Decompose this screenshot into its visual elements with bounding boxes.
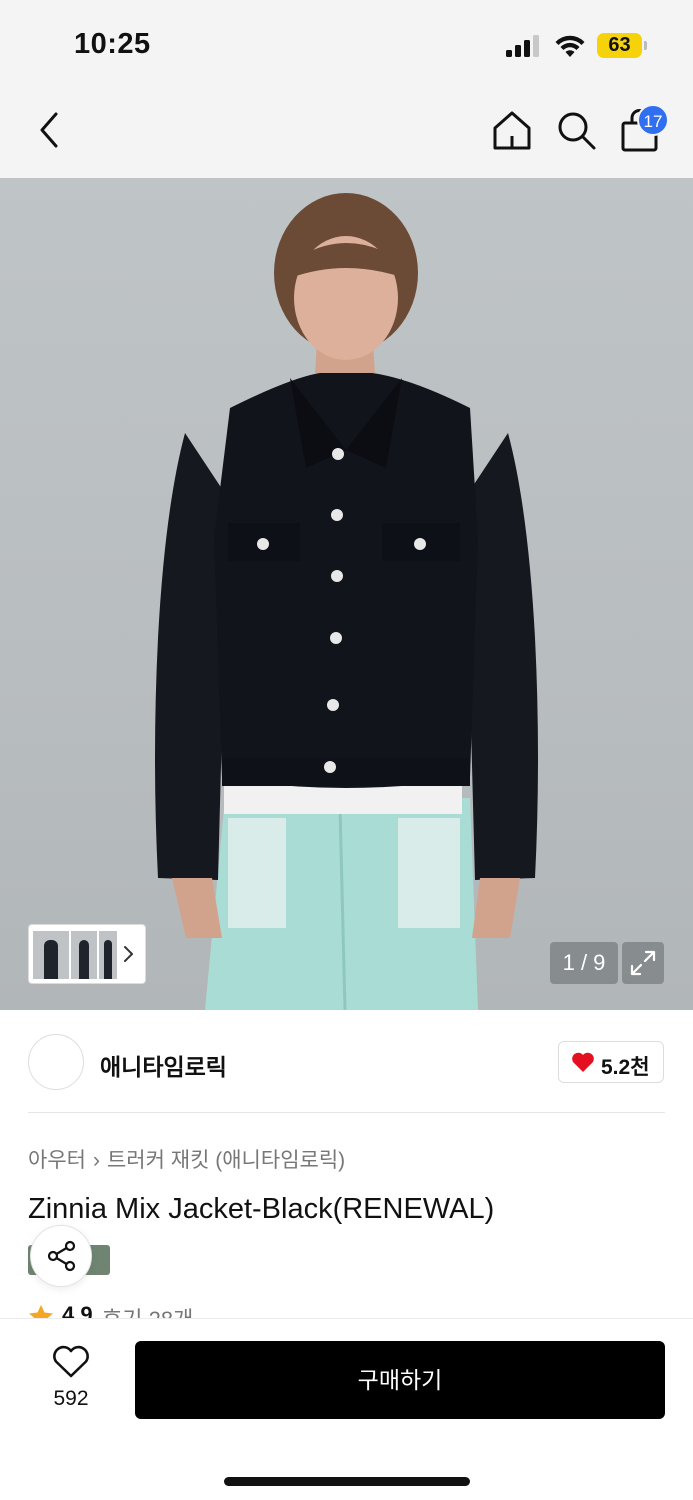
brand-row: 애니타임로릭 5.2천 [0,1012,693,1112]
nav-bar [0,88,693,178]
breadcrumb: 아우터 › 트러커 재킷 (애니타임로릭) [28,1144,345,1174]
share-button[interactable] [30,1225,92,1287]
wifi-icon [555,35,585,57]
home-indicator [224,1477,470,1486]
brand-name[interactable]: 애니타임로릭 [100,1048,227,1082]
breadcrumb-subcategory[interactable]: 트러커 재킷 (애니타임로릭) [107,1149,345,1172]
cart-count-badge: 17 [637,104,669,136]
status-bar: 10:25 63 [0,0,693,88]
wishlist-button[interactable]: 592 [34,1341,108,1421]
battery-level: 63 [608,34,631,56]
buy-button[interactable]: 구매하기 [135,1341,665,1419]
thumbnail-2[interactable] [71,931,97,979]
breadcrumb-category[interactable]: 아우터 [28,1149,86,1172]
chevron-right-icon: › [92,1149,100,1172]
expand-button[interactable] [622,942,664,984]
heart-outline-icon [53,1345,89,1378]
share-icon [47,1240,76,1272]
home-icon[interactable] [490,108,534,152]
product-title: Zinnia Mix Jacket-Black(RENEWAL) [28,1193,495,1225]
wishlist-count: 592 [53,1387,89,1410]
heart-filled-icon [572,1052,594,1072]
signal-icon [506,35,539,57]
divider [28,1112,665,1113]
battery-icon: 63 [597,33,647,58]
thumbnail-1[interactable] [33,931,69,979]
bottom-action-bar: 592 구매하기 [0,1318,693,1500]
brand-logo[interactable] [28,1034,84,1090]
brand-like-count: 5.2천 [601,1056,650,1079]
chevron-right-icon[interactable] [121,941,137,967]
thumbnail-strip[interactable] [28,924,146,984]
model-jacket-photo [155,193,538,1010]
search-icon[interactable] [554,108,598,152]
back-icon[interactable] [32,110,68,150]
status-time: 10:25 [74,28,151,60]
thumbnail-3[interactable] [99,931,117,979]
brand-like-button[interactable]: 5.2천 [558,1041,664,1083]
product-image[interactable]: 1 / 9 [0,178,693,1010]
expand-icon [630,950,656,976]
image-counter: 1 / 9 [550,942,618,984]
